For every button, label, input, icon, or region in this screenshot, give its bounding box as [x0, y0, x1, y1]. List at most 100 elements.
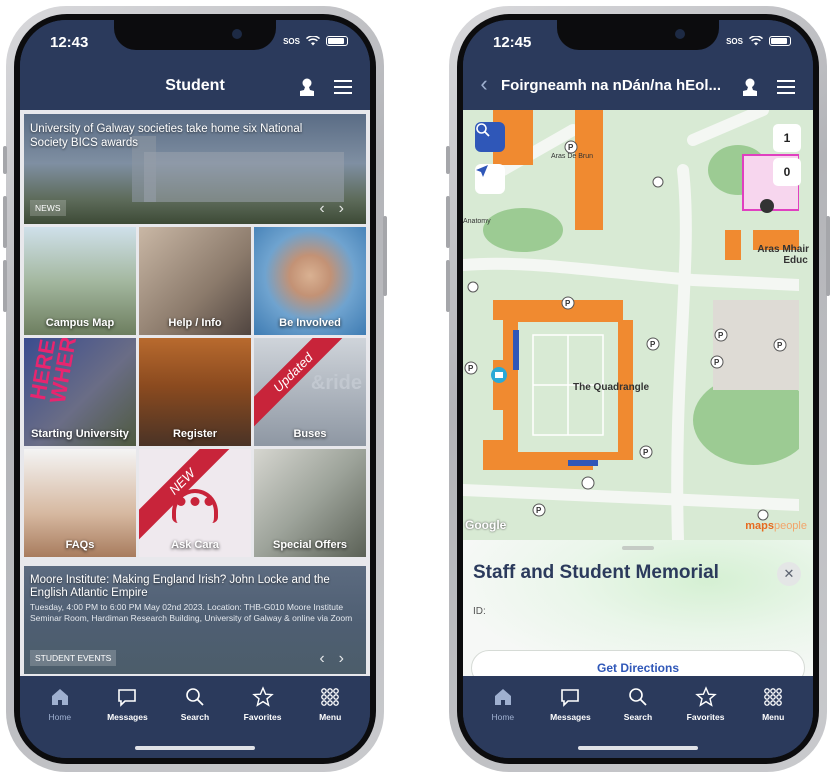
notch	[114, 20, 276, 50]
carousel-arrows[interactable]: ‹›	[319, 650, 358, 668]
profile-icon[interactable]	[739, 76, 761, 98]
back-chevron-icon[interactable]: ‹	[473, 71, 495, 96]
map-label-anatomy: Anatomy	[463, 218, 491, 225]
svg-text:P: P	[718, 331, 724, 340]
tab-label: Messages	[107, 712, 148, 722]
phone-frame-right: 12:45 SOS ‹ Foirgneamh na nDán/na hEol..…	[446, 6, 830, 772]
carousel-arrows[interactable]: ‹›	[319, 200, 358, 218]
hamburger-menu-icon[interactable]	[775, 76, 797, 98]
map-locate-button[interactable]	[475, 164, 505, 194]
volume-down-button	[446, 260, 450, 312]
page-title: Foirgneamh na nDán/na hEol...	[501, 77, 722, 94]
news-image-building	[144, 152, 344, 202]
event-details: Tuesday, 4:00 PM to 6:00 PM May 02nd 202…	[30, 602, 353, 623]
app-header: Student	[20, 64, 370, 110]
message-icon	[118, 689, 137, 707]
search-icon	[629, 688, 647, 706]
tile-ask-cara[interactable]: NEW Ask Cara	[139, 449, 251, 557]
hamburger-menu-icon[interactable]	[332, 76, 354, 98]
home-icon	[51, 689, 68, 705]
tile-label: Starting University	[31, 428, 129, 440]
headset-icon	[172, 489, 218, 523]
event-tag: STUDENT EVENTS	[30, 650, 117, 666]
camera	[675, 29, 685, 39]
map-label-aras-text: Aras Mhair	[757, 244, 809, 255]
tile-be-involved[interactable]: Be Involved	[254, 227, 366, 335]
tile-label: Ask Cara	[171, 539, 219, 551]
search-icon	[186, 688, 204, 706]
mute-switch	[3, 146, 7, 174]
phone-frame-left: 12:43 SOS Student University of Galway s…	[3, 6, 387, 772]
wifi-icon	[306, 36, 320, 46]
location-arrow-icon	[476, 165, 488, 177]
tab-menu[interactable]: Menu	[739, 686, 807, 758]
tile-help-info[interactable]: Help / Info	[139, 227, 251, 335]
sheet-drag-handle[interactable]	[622, 546, 654, 550]
tile-register[interactable]: Register	[139, 338, 251, 446]
tile-label: Help / Info	[168, 317, 222, 329]
location-title: Staff and Student Memorial	[473, 562, 719, 583]
tab-home[interactable]: Home	[26, 686, 94, 758]
tile-starting-university[interactable]: HERE IS WHERE Starting University	[24, 338, 136, 446]
svg-text:P: P	[714, 358, 720, 367]
news-tag: NEWS	[30, 200, 66, 216]
tab-label: Favorites	[243, 712, 282, 722]
volume-up-button	[3, 196, 7, 248]
battery-icon	[326, 36, 348, 46]
notch	[557, 20, 719, 50]
svg-text:P: P	[536, 506, 542, 515]
event-carousel[interactable]: Moore Institute: Making England Irish? J…	[24, 566, 366, 674]
tile-overlay-text: HERE IS WHERE	[25, 338, 84, 406]
location-sheet: Staff and Student Memorial ✕ ID: Get Dir…	[463, 540, 813, 686]
camera	[232, 29, 242, 39]
tile-label: Register	[172, 428, 218, 440]
logo-part: maps	[745, 520, 774, 532]
campus-map[interactable]: P P P P P P P P P Aras De Brun Anatomy T…	[463, 110, 813, 540]
floor-selector-1[interactable]: 1	[773, 124, 801, 152]
tab-menu[interactable]: Menu	[296, 686, 364, 758]
map-graphic: P P P P P P P P P	[463, 110, 799, 540]
status-time: 12:45	[493, 34, 532, 51]
tab-label: Menu	[762, 712, 785, 722]
map-search-button[interactable]	[475, 122, 505, 152]
svg-text:P: P	[468, 364, 474, 373]
screen: 12:43 SOS Student University of Galway s…	[20, 20, 370, 758]
tile-faqs[interactable]: FAQs	[24, 449, 136, 557]
mute-switch	[446, 146, 450, 174]
home-indicator	[578, 746, 698, 750]
home-indicator	[135, 746, 255, 750]
close-icon[interactable]: ✕	[777, 562, 801, 586]
feature-grid: Campus Map Help / Info Be Involved HERE …	[24, 227, 366, 557]
status-icons: SOS	[283, 36, 348, 46]
tab-bar: Home Messages Search Favorites Menu	[463, 676, 813, 758]
tab-label: Favorites	[686, 712, 725, 722]
mapspeople-logo: mapspeople	[745, 520, 807, 532]
map-label-aras-de-brun: Aras De Brun	[551, 153, 594, 160]
tab-home[interactable]: Home	[469, 686, 537, 758]
profile-icon[interactable]	[296, 76, 318, 98]
screen: 12:45 SOS ‹ Foirgneamh na nDán/na hEol..…	[463, 20, 813, 758]
map-label-aras-mhaire: Aras Mhair Educ	[757, 244, 809, 266]
volume-up-button	[446, 196, 450, 248]
power-button	[383, 216, 387, 296]
news-carousel[interactable]: University of Galway societies take home…	[24, 114, 366, 224]
svg-text:P: P	[568, 143, 574, 152]
tile-buses[interactable]: &ride Updated Buses	[254, 338, 366, 446]
power-button	[826, 216, 830, 296]
grid-menu-icon	[321, 688, 340, 706]
home-content: University of Galway societies take home…	[20, 110, 370, 676]
location-id-label: ID:	[473, 606, 486, 617]
svg-text:P: P	[650, 340, 656, 349]
sos-indicator: SOS	[283, 36, 300, 46]
tile-overlay-text: &ride	[310, 372, 362, 394]
tile-campus-map[interactable]: Campus Map	[24, 227, 136, 335]
message-icon	[561, 689, 580, 707]
tab-bar: Home Messages Search Favorites Menu	[20, 676, 370, 758]
floor-selector-0[interactable]: 0	[773, 158, 801, 186]
tab-label: Messages	[550, 712, 591, 722]
battery-icon	[769, 36, 791, 46]
sos-indicator: SOS	[726, 36, 743, 46]
news-headline: University of Galway societies take home…	[30, 123, 303, 149]
tile-special-offers[interactable]: Special Offers	[254, 449, 366, 557]
svg-text:P: P	[565, 299, 571, 308]
